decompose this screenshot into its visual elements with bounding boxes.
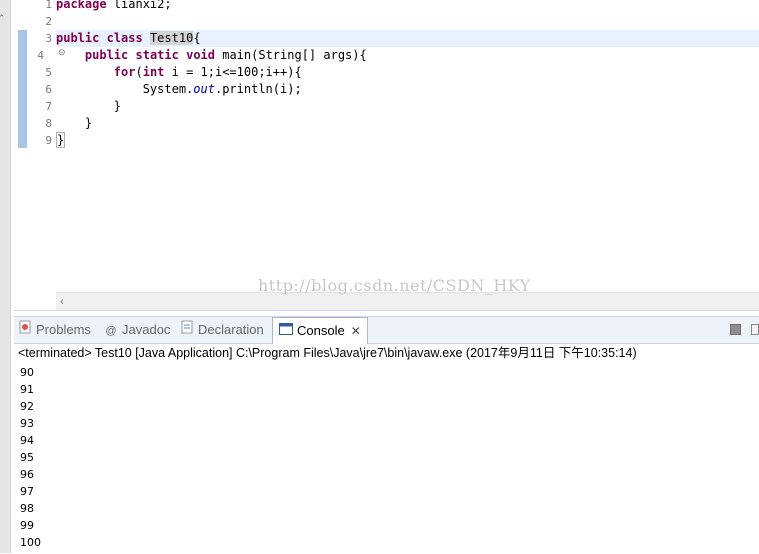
output-line: 97 xyxy=(20,485,34,498)
output-line: 94 xyxy=(20,434,34,447)
matching-bracket: } xyxy=(56,132,66,148)
code-line: } xyxy=(56,98,759,115)
code-text: } xyxy=(56,99,122,113)
console-status-line: <terminated> Test10 [Java Application] C… xyxy=(18,346,637,360)
tab-javadoc[interactable]: @ Javadoc xyxy=(104,317,170,343)
keyword: for xyxy=(113,65,136,79)
code-line: package lianxi2; xyxy=(56,0,759,13)
tab-problems[interactable]: Problems xyxy=(18,317,91,343)
terminate-icon[interactable] xyxy=(730,324,741,335)
code-line-current: public class Test10{ xyxy=(56,30,759,47)
close-icon[interactable]: ✕ xyxy=(351,324,361,338)
keyword: int xyxy=(142,65,165,79)
scroll-left-icon[interactable]: ‹ xyxy=(60,293,64,310)
output-line: 93 xyxy=(20,417,34,430)
output-line: 90 xyxy=(20,366,34,379)
code-line: } xyxy=(56,132,759,149)
code-text: main(String[] args){ xyxy=(215,48,367,62)
output-line: 96 xyxy=(20,468,34,481)
output-line: 100 xyxy=(20,536,41,549)
code-line: System.out.println(i); xyxy=(56,81,759,98)
code-editor[interactable]: 1 2 3 4 5 6 7 8 9 ⊝ package lianxi2; pub… xyxy=(14,0,759,311)
code-line: for(int i = 1;i<=100;i++){ xyxy=(56,64,759,81)
tab-label: Console xyxy=(297,323,345,338)
view-tab-bar: Problems @ Javadoc Declaration Console ✕ xyxy=(14,317,759,344)
tab-label: Declaration xyxy=(198,322,264,337)
line-number: 2 xyxy=(45,15,52,28)
watermark-text: http://blog.csdn.net/CSDN_HKY xyxy=(258,276,531,295)
tab-label: Problems xyxy=(36,322,91,337)
code-text: lianxi2; xyxy=(106,0,172,11)
output-line: 98 xyxy=(20,502,34,515)
line-number-gutter: 1 2 3 4 5 6 7 8 9 xyxy=(30,0,56,292)
code-line: } xyxy=(56,115,759,132)
line-number: 4 xyxy=(37,49,44,62)
line-number: 8 xyxy=(45,117,52,130)
tab-console[interactable]: Console ✕ xyxy=(272,317,368,344)
console-output[interactable]: 90 91 92 93 94 95 96 97 98 99 100 xyxy=(20,364,41,551)
keyword: class xyxy=(106,31,143,45)
keyword: public xyxy=(56,31,100,45)
keyword: package xyxy=(56,0,107,11)
code-text: System. xyxy=(142,82,194,96)
output-line: 91 xyxy=(20,383,34,396)
overview-ruler xyxy=(14,0,30,292)
output-line: 92 xyxy=(20,400,34,413)
code-text-area[interactable]: package lianxi2; public class Test10{ pu… xyxy=(56,0,759,292)
line-number: 7 xyxy=(45,100,52,113)
output-line: 99 xyxy=(20,519,34,532)
keyword: static xyxy=(135,48,179,62)
line-number: 5 xyxy=(45,66,52,79)
highlighted-identifier: Test10 xyxy=(149,31,194,45)
static-field: out xyxy=(193,82,215,96)
code-text: } xyxy=(56,116,93,130)
code-line: public static void main(String[] args){ xyxy=(56,47,759,64)
line-number: 3 xyxy=(45,32,52,45)
code-text: { xyxy=(193,31,201,45)
keyword: void xyxy=(186,48,215,62)
output-line: 95 xyxy=(20,451,34,464)
declaration-icon xyxy=(180,318,194,344)
keyword: public xyxy=(84,48,129,62)
problems-icon xyxy=(18,318,32,344)
line-number: 9 xyxy=(45,134,52,147)
tab-label: Javadoc xyxy=(122,322,171,337)
tab-declaration[interactable]: Declaration xyxy=(180,317,264,343)
line-number: 1 xyxy=(45,0,52,11)
at-sign-icon: @ xyxy=(105,325,117,337)
line-number: 6 xyxy=(45,83,52,96)
console-panel: Problems @ Javadoc Declaration Console ✕ <… xyxy=(14,316,759,554)
maximize-icon[interactable] xyxy=(751,324,759,335)
code-text: i = 1;i<=100;i++){ xyxy=(164,65,302,79)
code-text: .println(i); xyxy=(214,82,302,96)
console-icon xyxy=(279,319,293,345)
change-marker xyxy=(18,30,27,148)
window-edge-strip: ‸ xyxy=(0,0,11,553)
chevron-icon[interactable]: ‸ xyxy=(0,6,3,17)
code-text: ( xyxy=(135,65,143,79)
